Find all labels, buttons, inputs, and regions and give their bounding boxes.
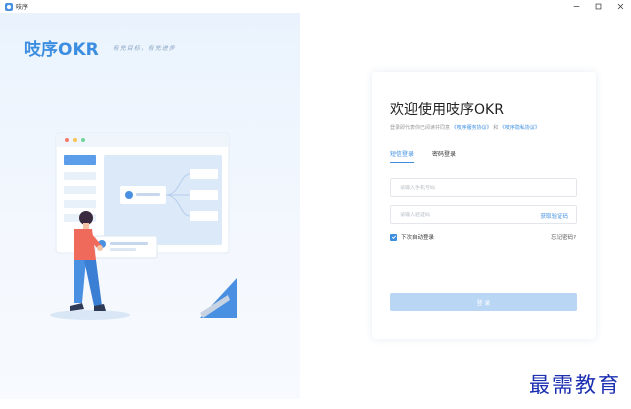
- privacy-agreement-link[interactable]: 《吱序隐私协议》: [500, 125, 540, 131]
- checkmark-icon: [391, 235, 396, 239]
- login-tabs: 短信登录 密码登录: [390, 149, 474, 163]
- brand-slogan: 有充目标，有充进步: [112, 45, 176, 52]
- auto-login-option[interactable]: 下次自动登录: [390, 233, 434, 241]
- forgot-password-link[interactable]: 忘记密码?: [551, 233, 576, 241]
- agreement-text: 登录即代表你已阅读并同意 《吱序服务协议》 和 《吱序隐私协议》: [390, 124, 540, 131]
- verification-code-input[interactable]: [400, 211, 520, 218]
- phone-field[interactable]: [390, 178, 577, 197]
- close-icon: [617, 3, 623, 10]
- brand: 吱序OKR 有充目标，有充进步: [24, 35, 176, 60]
- title-bar: 吱序: [0, 0, 631, 13]
- agreement-prefix: 登录即代表你已阅读并同意: [390, 125, 451, 131]
- login-card: 欢迎使用吱序OKR 登录即代表你已阅读并同意 《吱序服务协议》 和 《吱序隐私协…: [372, 72, 596, 339]
- verification-code-field[interactable]: 获取验证码: [390, 205, 577, 224]
- brand-logo: 吱序OKR: [24, 40, 99, 60]
- maximize-button[interactable]: [587, 0, 609, 13]
- tab-password-login[interactable]: 密码登录: [432, 149, 456, 163]
- minimize-icon: [573, 6, 579, 7]
- window-title: 吱序: [16, 4, 29, 11]
- service-agreement-link[interactable]: 《吱序服务协议》: [452, 125, 492, 131]
- watermark: 最需教育: [529, 373, 621, 397]
- hero-illustration: [50, 132, 237, 320]
- auto-login-label: 下次自动登录: [401, 235, 435, 241]
- tab-sms-login[interactable]: 短信登录: [390, 149, 415, 163]
- login-button[interactable]: 登 录: [390, 293, 577, 311]
- minimize-button[interactable]: [565, 0, 587, 13]
- window-controls: [565, 0, 631, 13]
- agreement-and: 和: [493, 125, 499, 131]
- brand-panel: 吱序OKR 有充目标，有充进步: [0, 13, 300, 399]
- auto-login-checkbox[interactable]: [390, 233, 397, 241]
- login-title: 欢迎使用吱序OKR: [390, 102, 504, 118]
- close-button[interactable]: [609, 0, 631, 13]
- get-code-button[interactable]: 获取验证码: [540, 212, 568, 220]
- app-window: 吱序 吱序OKR 有充目标，有充进步 欢迎使用吱序OKR 登录即代表你已阅读并同…: [0, 0, 631, 409]
- app-icon: [5, 2, 13, 11]
- maximize-icon: [595, 3, 601, 10]
- phone-input[interactable]: [400, 184, 520, 191]
